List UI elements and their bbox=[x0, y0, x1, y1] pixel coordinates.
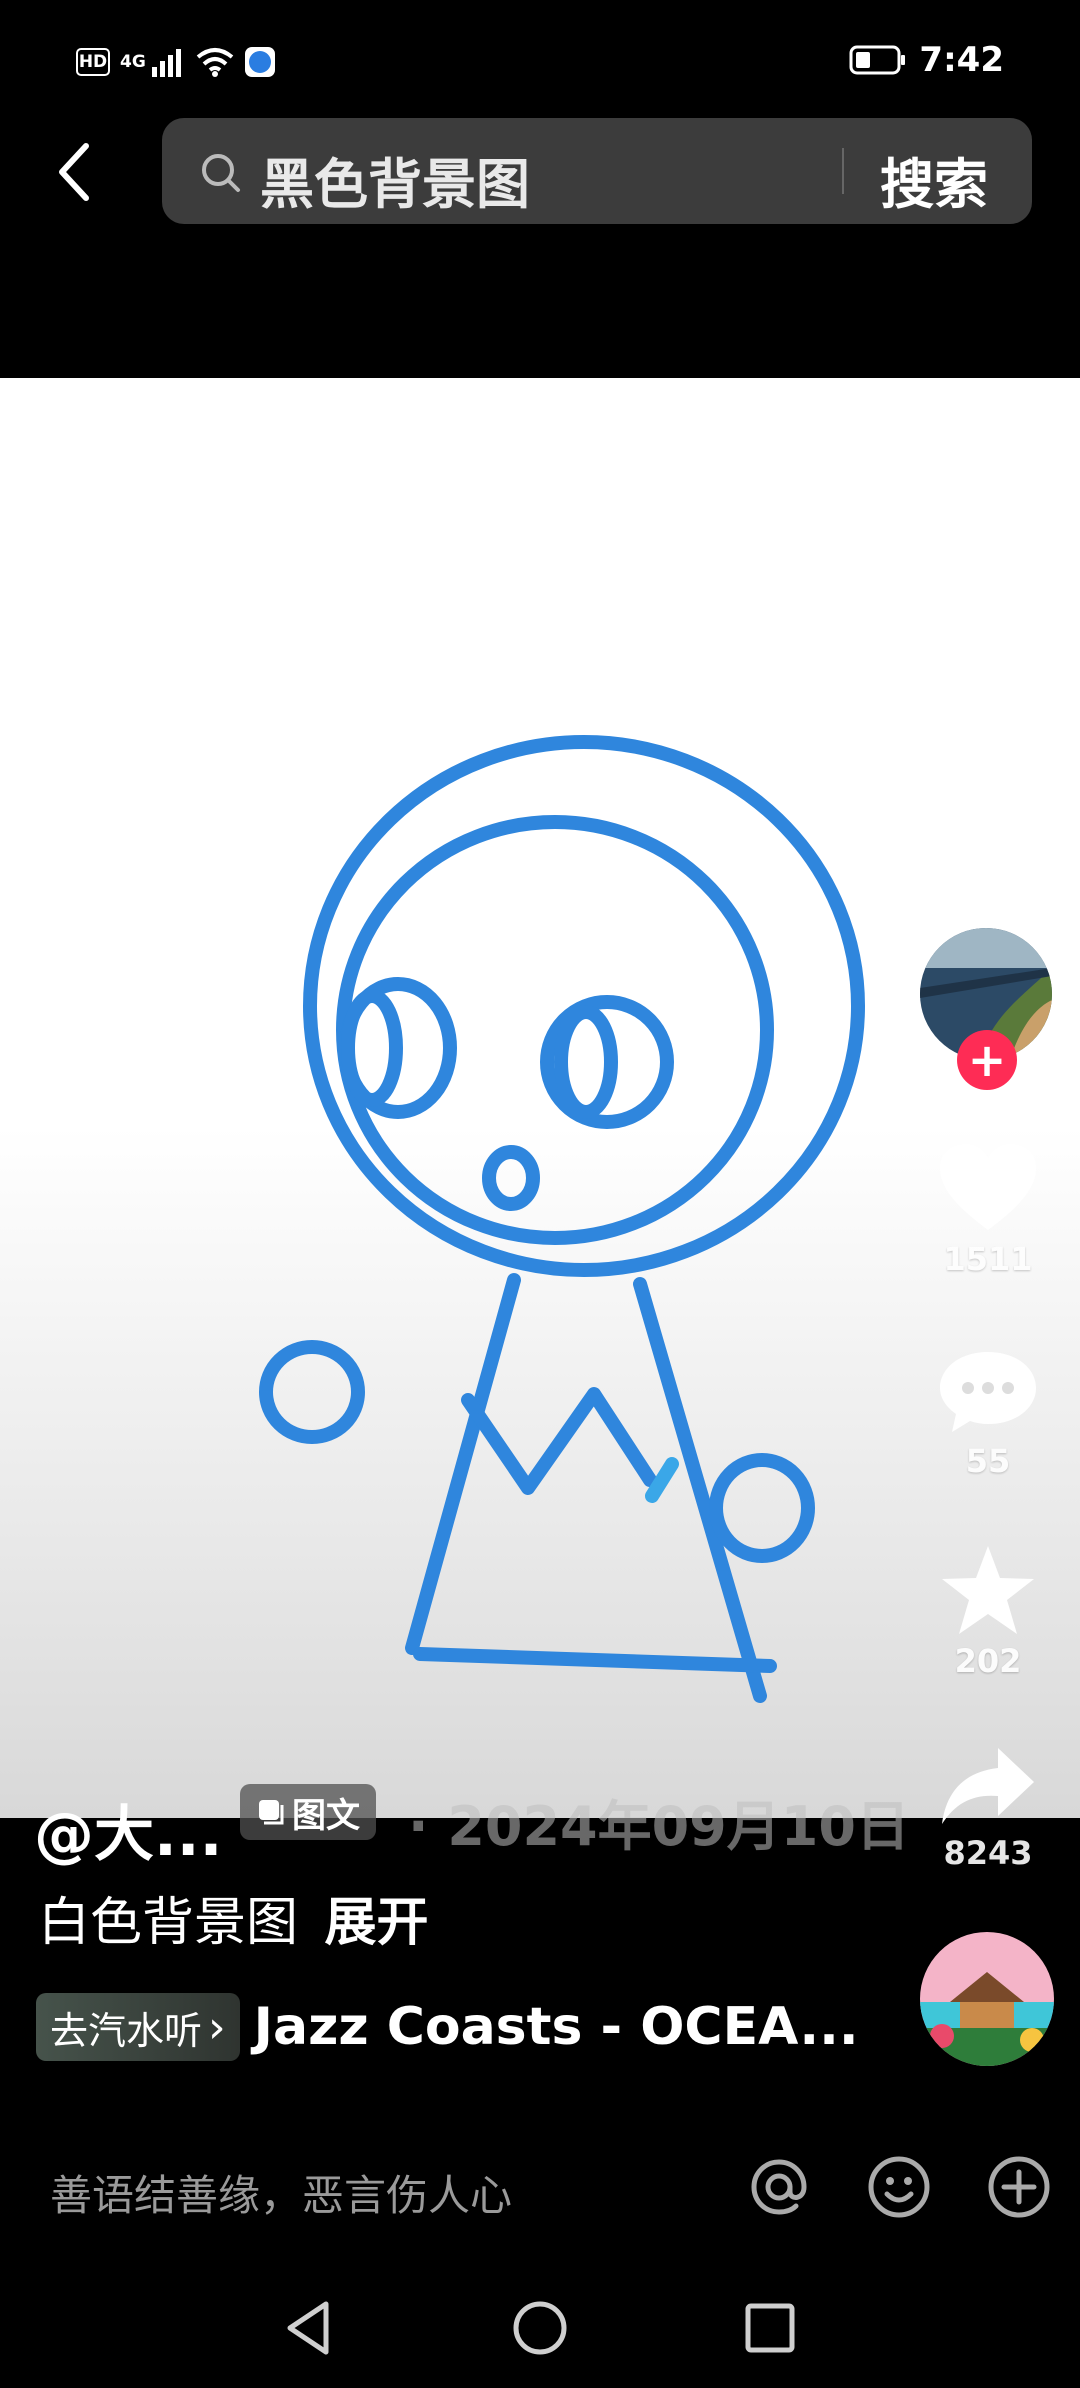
battery-icon bbox=[849, 45, 906, 75]
at-icon[interactable] bbox=[746, 2154, 812, 2220]
hd-icon: HD bbox=[76, 48, 110, 76]
back-icon bbox=[59, 143, 89, 201]
search-input[interactable]: 黑色背景图 搜索 bbox=[162, 118, 1032, 224]
network-type: 4G bbox=[120, 51, 146, 72]
follow-button[interactable]: + bbox=[957, 1030, 1017, 1090]
comment-input[interactable]: 善语结善缘，恶言伤人心 bbox=[50, 2162, 512, 2223]
status-right: 7:42 bbox=[849, 40, 1004, 80]
comment-icon bbox=[940, 1352, 1036, 1432]
stick-figure-drawing bbox=[259, 735, 865, 1703]
nav-back-icon[interactable] bbox=[278, 2296, 342, 2360]
music-title[interactable]: Jazz Coasts - OCEA... bbox=[254, 1997, 859, 2057]
status-bar: HD 4G 7:42 bbox=[0, 0, 1080, 100]
plus-icon[interactable] bbox=[986, 2154, 1052, 2220]
search-divider bbox=[842, 148, 844, 194]
post-caption: 白色背景图 展开 bbox=[38, 1880, 429, 1955]
search-button[interactable]: 搜索 bbox=[880, 140, 988, 219]
caption-text: 白色背景图 bbox=[38, 1893, 299, 1953]
comment-count: 55 bbox=[965, 1442, 1011, 1480]
heart-icon bbox=[940, 1144, 1036, 1230]
clock: 7:42 bbox=[919, 40, 1004, 80]
comment-button[interactable]: 55 bbox=[920, 1346, 1056, 1480]
chevron-right-icon: › bbox=[208, 2001, 226, 2053]
wifi-icon bbox=[196, 48, 234, 77]
search-query: 黑色背景图 bbox=[260, 153, 530, 216]
share-icon bbox=[942, 1748, 1034, 1824]
favorite-button[interactable]: 202 bbox=[920, 1542, 1056, 1680]
search-header: 黑色背景图 搜索 bbox=[0, 100, 1080, 240]
expand-button[interactable]: 展开 bbox=[325, 1893, 429, 1953]
post-image[interactable] bbox=[0, 378, 1080, 1818]
post-type-label: 图文 bbox=[292, 1795, 360, 1836]
author-name[interactable]: @大... bbox=[34, 1786, 222, 1873]
signal-icon bbox=[151, 49, 181, 77]
back-button[interactable] bbox=[42, 140, 106, 204]
nav-recents-icon[interactable] bbox=[738, 2296, 802, 2360]
post-type-badge: 图文 bbox=[240, 1784, 376, 1840]
music-disc[interactable] bbox=[920, 1932, 1054, 2066]
comment-bar: 善语结善缘，恶言伤人心 bbox=[0, 2132, 1080, 2242]
music-row[interactable]: 去汽水听 › Jazz Coasts - OCEA... bbox=[36, 1993, 859, 2061]
nav-home-icon[interactable] bbox=[508, 2296, 572, 2360]
search-icon bbox=[202, 154, 240, 192]
like-button[interactable]: 1511 bbox=[920, 1140, 1056, 1278]
image-post-icon bbox=[259, 1800, 284, 1825]
post-date: · 2024年09月10日 bbox=[408, 1795, 910, 1858]
status-left: HD 4G bbox=[76, 42, 276, 82]
app-icon bbox=[244, 47, 275, 77]
favorite-count: 202 bbox=[954, 1642, 1022, 1680]
emoji-icon[interactable] bbox=[866, 2154, 932, 2220]
open-in-qishui-button[interactable]: 去汽水听 › bbox=[36, 1993, 240, 2061]
share-button[interactable]: 8243 bbox=[920, 1744, 1056, 1872]
star-icon bbox=[942, 1546, 1034, 1634]
system-nav-bar bbox=[0, 2280, 1080, 2388]
music-chip-label: 去汽水听 bbox=[50, 2008, 203, 2053]
share-count: 8243 bbox=[943, 1834, 1033, 1872]
like-count: 1511 bbox=[943, 1240, 1033, 1278]
